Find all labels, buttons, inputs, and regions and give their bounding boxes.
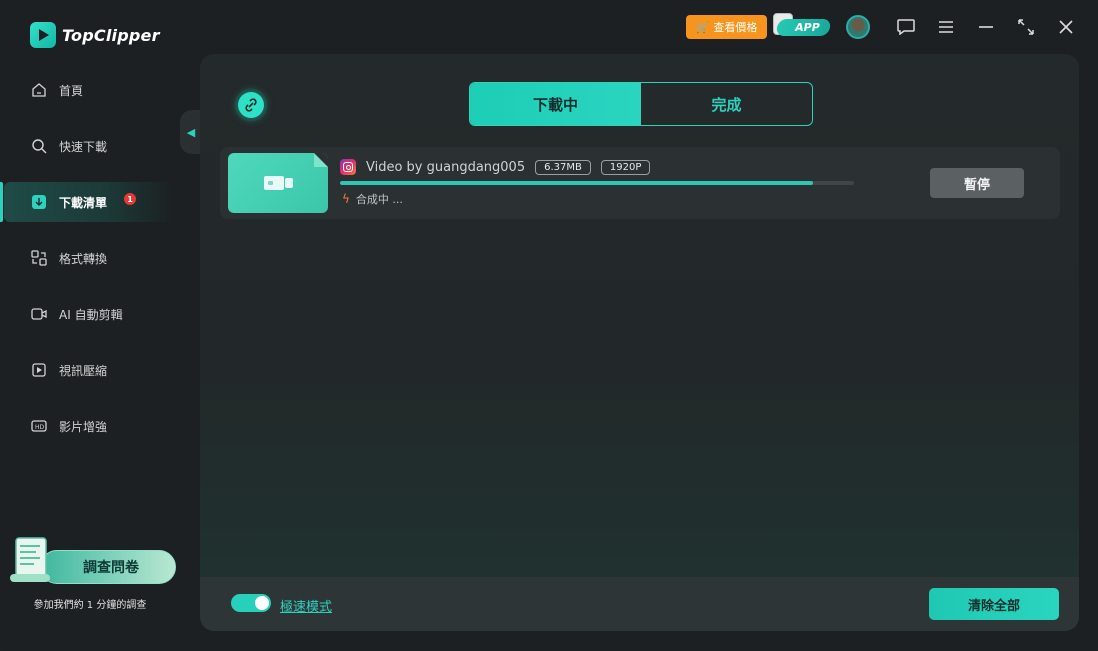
survey-section: 調查問卷 參加我們約 1 分鐘的調查 — [0, 530, 200, 611]
user-avatar[interactable] — [846, 15, 870, 39]
close-button[interactable] — [1046, 14, 1086, 40]
minimize-button[interactable] — [966, 14, 1006, 40]
view-price-button[interactable]: 🛒 查看價格 — [685, 15, 768, 39]
download-info: Video by guangdang005 6.37MB 1920P — [340, 159, 651, 175]
video-thumbnail — [228, 153, 328, 213]
hamburger-menu-icon — [939, 21, 953, 33]
main-footer: 極速模式 清除全部 — [200, 577, 1079, 631]
app-window: TopClipper 🛒 查看價格 APP 首頁 快速下載 下載清單 1 格式轉… — [0, 0, 1098, 651]
expand-icon — [1018, 19, 1034, 35]
sidebar-item-label: 首頁 — [59, 83, 84, 98]
view-price-label: 查看價格 — [713, 21, 758, 34]
pause-button[interactable]: 暫停 — [930, 168, 1024, 198]
download-status-text: 合成中 ... — [355, 193, 403, 206]
minimize-icon — [979, 26, 993, 28]
instagram-icon — [340, 159, 356, 175]
tab-completed[interactable]: 完成 — [641, 83, 812, 125]
video-compress-icon — [30, 361, 48, 379]
download-tabs: 下載中 完成 — [469, 82, 813, 126]
title-bar: 🛒 查看價格 APP — [685, 13, 1086, 40]
sidebar-item-label: AI 自動剪輯 — [59, 307, 123, 322]
search-icon — [30, 137, 48, 155]
sidebar-item-download-list[interactable]: 下載清單 1 — [0, 182, 174, 222]
close-icon — [1059, 20, 1073, 34]
sidebar-item-format-convert[interactable]: 格式轉換 — [0, 238, 200, 278]
survey-button-label: 調查問卷 — [83, 560, 139, 576]
sidebar-item-video-enhance[interactable]: HD 影片增強 — [0, 406, 200, 446]
app-name: TopClipper — [62, 25, 160, 45]
survey-button[interactable]: 調查問卷 — [40, 550, 176, 584]
turbo-mode-toggle[interactable] — [231, 594, 271, 612]
chevron-left-icon: ◀ — [186, 125, 196, 139]
download-status: ϟ 合成中 ... — [342, 191, 403, 207]
video-camera-icon — [264, 176, 293, 190]
format-convert-icon — [30, 249, 48, 267]
main-panel: 下載中 完成 Video by guangdang005 6.37MB 1920… — [200, 54, 1079, 631]
resolution-tag: 1920P — [600, 159, 651, 175]
sidebar-item-ai-edit[interactable]: AI 自動剪輯 — [0, 294, 200, 334]
menu-button[interactable] — [926, 14, 966, 40]
survey-note: 參加我們約 1 分鐘的調查 — [33, 600, 147, 611]
app-label: APP — [775, 18, 832, 36]
cart-icon: 🛒 — [695, 20, 710, 34]
download-list-icon — [30, 193, 48, 211]
home-icon — [30, 81, 48, 99]
sidebar-item-video-compress[interactable]: 視訊壓縮 — [0, 350, 200, 390]
download-title: Video by guangdang005 — [366, 159, 526, 175]
notification-badge: 1 — [124, 193, 136, 205]
sidebar-item-home[interactable]: 首頁 — [0, 70, 200, 110]
app-logo: TopClipper — [30, 22, 160, 48]
sidebar-item-label: 格式轉換 — [59, 251, 108, 266]
topclipper-logo-icon — [30, 22, 56, 48]
svg-text:HD: HD — [35, 424, 45, 431]
clear-all-button[interactable]: 清除全部 — [929, 588, 1059, 620]
sidebar-item-label: 影片增強 — [59, 419, 108, 434]
link-icon — [230, 84, 272, 126]
sidebar-item-quick-download[interactable]: 快速下載 — [0, 126, 200, 166]
survey-scroll-icon — [10, 537, 50, 582]
sidebar-collapse-handle[interactable]: ◀ — [180, 110, 202, 154]
download-progress-fill — [340, 181, 813, 185]
sidebar-item-label: 視訊壓縮 — [59, 363, 108, 378]
ai-edit-icon — [30, 305, 48, 323]
sidebar-item-label: 快速下載 — [59, 139, 108, 154]
turbo-mode-label[interactable]: 極速模式 — [280, 596, 332, 615]
file-size-tag: 6.37MB — [535, 159, 591, 175]
video-enhance-icon: HD — [30, 417, 48, 435]
sidebar-item-label: 下載清單 — [59, 195, 108, 210]
chat-icon — [897, 19, 915, 35]
download-item: Video by guangdang005 6.37MB 1920P ϟ 合成中… — [220, 147, 1060, 219]
toggle-knob — [255, 596, 269, 610]
sidebar: 首頁 快速下載 下載清單 1 格式轉換 AI 自動剪輯 視訊壓縮 HD 影片增強 — [0, 70, 200, 462]
app-button[interactable]: APP — [773, 13, 832, 37]
lightning-icon: ϟ — [342, 192, 350, 206]
tab-downloading[interactable]: 下載中 — [470, 83, 641, 125]
feedback-button[interactable] — [886, 14, 926, 40]
maximize-button[interactable] — [1006, 14, 1046, 40]
download-progress-bar — [340, 181, 854, 185]
